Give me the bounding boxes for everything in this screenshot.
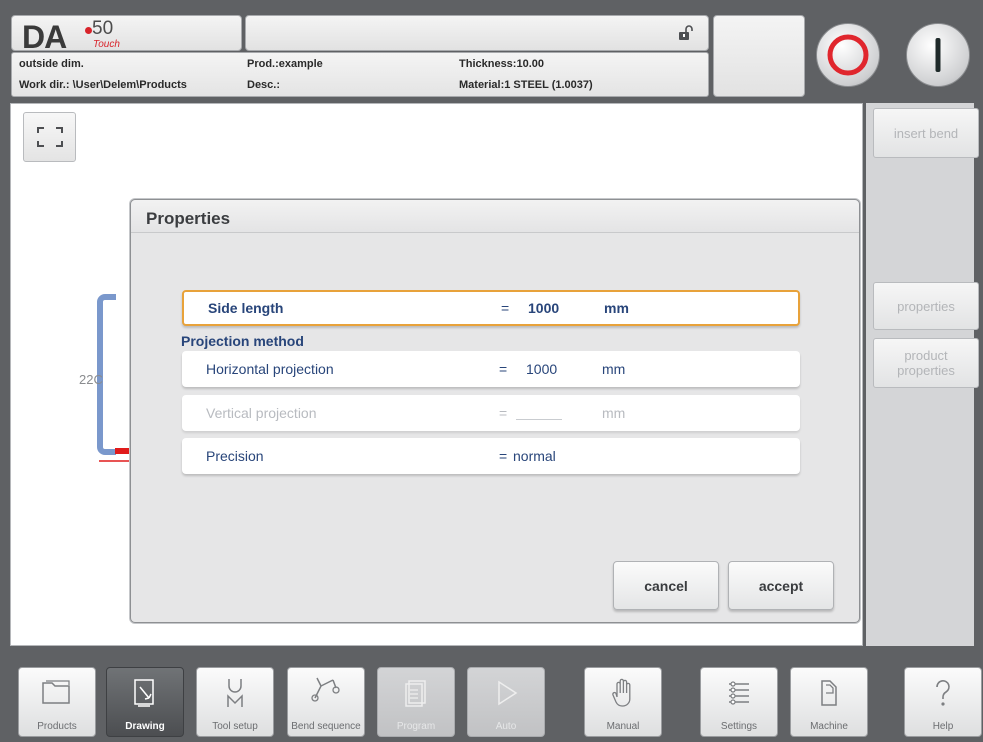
nav-drawing[interactable]: Drawing <box>106 667 184 737</box>
precision-label: Precision <box>206 448 264 464</box>
horizontal-projection-value[interactable]: 1000 <box>526 361 557 377</box>
program-icon <box>378 677 454 711</box>
nav-tool-setup-label: Tool setup <box>212 721 258 732</box>
nav-settings-label: Settings <box>720 721 758 732</box>
nav-machine[interactable]: Machine <box>790 667 868 737</box>
material-value: Material:1 STEEL (1.0037) <box>459 79 593 91</box>
side-length-label: Side length <box>208 300 284 316</box>
vertical-projection-equals: = <box>499 405 508 421</box>
nav-auto-label: Auto <box>495 721 517 732</box>
side-length-unit: mm <box>604 300 629 316</box>
nav-manual[interactable]: Manual <box>584 667 662 737</box>
horizontal-projection-row[interactable]: Horizontal projection = 1000 mm <box>182 351 800 387</box>
unlocked-lock-icon[interactable] <box>678 25 694 46</box>
settings-list-icon <box>701 677 777 711</box>
stop-icon <box>827 34 869 76</box>
nav-settings[interactable]: Settings <box>700 667 778 737</box>
drawing-icon <box>107 677 183 711</box>
folder-icon <box>19 677 95 707</box>
bend-sequence-icon <box>288 672 364 704</box>
nav-program: Program <box>377 667 455 737</box>
nav-help-label: Help <box>932 721 954 732</box>
nav-machine-label: Machine <box>810 721 848 732</box>
vertical-projection-label: Vertical projection <box>206 405 317 421</box>
accept-button[interactable]: accept <box>728 561 834 610</box>
message-bar <box>245 15 709 51</box>
start-icon <box>935 38 941 72</box>
projection-method-label: Projection method <box>181 333 304 349</box>
horizontal-projection-label: Horizontal projection <box>206 361 334 377</box>
help-icon <box>905 677 981 711</box>
product-info-bar: outside dim. Work dir.: \User\Delem\Prod… <box>11 52 709 97</box>
cancel-button[interactable]: cancel <box>613 561 719 610</box>
vertical-projection-row: Vertical projection = mm <box>182 395 800 431</box>
logo-dot <box>85 27 92 34</box>
play-icon <box>468 677 544 711</box>
stop-button[interactable] <box>816 23 880 87</box>
nav-manual-label: Manual <box>606 721 640 732</box>
nav-auto: Auto <box>467 667 545 737</box>
logo-panel: DA 50 Touch <box>11 15 242 55</box>
fit-view-button[interactable] <box>23 112 76 162</box>
side-length-value[interactable]: 1000 <box>528 300 559 316</box>
tool-setup-icon <box>197 677 273 711</box>
nav-products[interactable]: Products <box>18 667 96 737</box>
nav-help[interactable]: Help <box>904 667 982 737</box>
nav-program-label: Program <box>396 721 436 732</box>
nav-bend-sequence[interactable]: Bend sequence <box>287 667 365 737</box>
dialog-title: Properties <box>146 209 231 228</box>
properties-dialog: Properties Side length = 1000 mm Project… <box>130 199 860 623</box>
hand-icon <box>585 677 661 711</box>
side-length-equals: = <box>501 300 510 316</box>
horizontal-projection-equals: = <box>499 361 508 377</box>
start-button[interactable] <box>906 23 970 87</box>
machine-icon <box>791 677 867 711</box>
precision-value[interactable]: normal <box>513 448 556 464</box>
precision-row[interactable]: Precision = normal <box>182 438 800 474</box>
thickness-value: Thickness:10.00 <box>459 58 544 70</box>
brand-logo: DA <box>22 19 67 55</box>
work-directory: Work dir.: \User\Delem\Products <box>19 79 187 91</box>
nav-tool-setup[interactable]: Tool setup <box>196 667 274 737</box>
nav-bend-sequence-label: Bend sequence <box>291 721 361 732</box>
insert-bend-button[interactable]: insert bend <box>873 108 979 158</box>
header-blank-panel <box>713 15 805 97</box>
vertical-projection-unit: mm <box>602 405 626 421</box>
dialog-title-bar: Properties <box>131 200 859 233</box>
product-description: Desc.: <box>247 79 281 91</box>
side-length-row[interactable]: Side length = 1000 mm <box>182 290 800 326</box>
horizontal-projection-unit: mm <box>602 361 626 377</box>
fit-view-icon <box>36 127 63 147</box>
properties-button[interactable]: properties <box>873 282 979 330</box>
dimension-mode: outside dim. <box>19 58 84 70</box>
vertical-projection-blank <box>516 419 562 420</box>
logo-model: 50 <box>92 18 114 39</box>
dimension-label: 22C <box>79 372 103 387</box>
product-properties-button[interactable]: product properties <box>873 338 979 388</box>
nav-drawing-label: Drawing <box>125 721 165 732</box>
precision-equals: = <box>499 448 508 464</box>
product-name: Prod.:example <box>247 58 323 70</box>
logo-suffix: Touch <box>93 39 120 50</box>
nav-products-label: Products <box>37 721 77 732</box>
